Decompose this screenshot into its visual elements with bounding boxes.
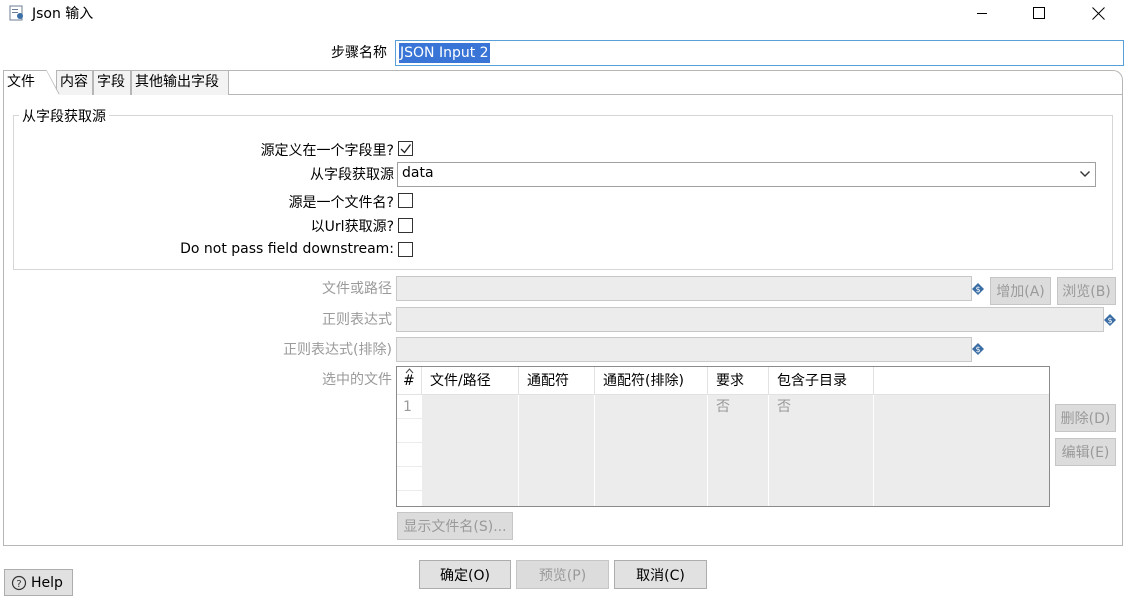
step-name-value: JSON Input 2 [399, 43, 490, 63]
table-cell-include-subfolders[interactable]: 否 [777, 395, 791, 419]
selected-files-table[interactable]: # 文件/路径 通配符 通配符(排除) 要求 包含子目录 1 否 否 [396, 366, 1050, 507]
window-title: Json 输入 [32, 6, 94, 22]
cancel-button[interactable]: 取消(C) [614, 560, 707, 589]
variable-diamond-icon: $ [972, 343, 984, 355]
help-button-label: Help [31, 574, 63, 591]
column-separator [707, 395, 708, 506]
browse-button[interactable]: 浏览(B) [1057, 277, 1116, 305]
tab-strip-border [226, 70, 1123, 96]
column-header-path-label: 文件/路径 [430, 373, 491, 389]
column-separator [594, 395, 595, 506]
read-url-label: 以Url获取源? [310, 219, 394, 235]
step-name-input[interactable]: JSON Input 2 [395, 40, 1124, 66]
chevron-down-icon [1080, 171, 1090, 177]
source-group-box [13, 115, 1113, 270]
close-icon [1091, 6, 1105, 20]
source-in-field-label: 源定义在一个字段里? [260, 143, 394, 159]
column-header-filler [874, 367, 1049, 395]
source-field-value: data [402, 165, 434, 181]
step-name-label: 步骤名称 [331, 45, 387, 61]
variable-diamond-icon: $ [972, 283, 984, 295]
preview-button[interactable]: 预览(P) [516, 560, 609, 589]
edit-button[interactable]: 编辑(E) [1055, 438, 1116, 466]
close-button[interactable] [1075, 0, 1121, 26]
maximize-icon [1033, 7, 1045, 19]
column-separator [873, 395, 874, 506]
source-in-field-checkbox[interactable] [398, 141, 413, 156]
help-icon: ? [11, 575, 27, 590]
table-row-number-empty[interactable] [397, 467, 422, 491]
source-field-combo[interactable]: data [397, 162, 1096, 187]
maximize-button[interactable] [1016, 0, 1062, 26]
minimize-icon [977, 13, 987, 14]
table-row-number-empty[interactable] [397, 419, 422, 443]
svg-text:$: $ [975, 285, 980, 294]
is-filename-checkbox[interactable] [398, 193, 413, 208]
source-group-title: 从字段获取源 [19, 106, 109, 126]
column-header-include-subfolders[interactable]: 包含子目录 [769, 367, 874, 395]
tab-file[interactable]: 文件 [3, 70, 47, 95]
table-body [422, 395, 1049, 506]
regex-exclude-input[interactable] [396, 337, 972, 362]
is-filename-label: 源是一个文件名? [288, 195, 394, 211]
file-or-path-label: 文件或路径 [322, 281, 392, 297]
column-separator [768, 395, 769, 506]
column-header-required-label: 要求 [716, 373, 744, 389]
source-field-label: 从字段获取源 [310, 167, 394, 183]
do-not-pass-checkbox[interactable] [398, 242, 413, 257]
sort-indicator-icon [405, 368, 414, 374]
column-header-wildcard-label: 通配符 [527, 373, 569, 389]
column-header-wildcard-exclude[interactable]: 通配符(排除) [595, 367, 708, 395]
tab-fields[interactable]: 字段 [93, 70, 131, 95]
table-row-number[interactable]: 1 [397, 395, 422, 419]
column-header-number-label: # [403, 373, 415, 389]
table-cell-required[interactable]: 否 [716, 395, 730, 419]
file-or-path-input[interactable] [396, 276, 972, 301]
column-header-required[interactable]: 要求 [708, 367, 769, 395]
column-header-path[interactable]: 文件/路径 [422, 367, 519, 395]
svg-text:$: $ [975, 345, 980, 354]
svg-text:$: $ [1107, 316, 1112, 325]
app-icon [9, 5, 23, 21]
tab-content-label: 内容 [60, 74, 88, 90]
do-not-pass-label: Do not pass field downstream: [180, 241, 394, 257]
check-icon [400, 144, 412, 154]
selected-files-label: 选中的文件 [322, 372, 392, 388]
variable-diamond-icon: $ [1104, 314, 1116, 326]
add-button[interactable]: 增加(A) [990, 277, 1051, 305]
show-filenames-button[interactable]: 显示文件名(S)... [397, 512, 513, 540]
tab-additional-output-fields-label: 其他输出字段 [135, 74, 219, 90]
active-tab-joiner [4, 94, 46, 96]
read-url-checkbox[interactable] [398, 218, 413, 233]
regex-exclude-label: 正则表达式(排除) [283, 342, 392, 358]
regex-input[interactable] [396, 307, 1104, 332]
tab-content[interactable]: 内容 [56, 70, 93, 95]
svg-text:?: ? [16, 579, 21, 590]
table-row-number-empty[interactable] [397, 443, 422, 467]
column-header-wildcard-exclude-label: 通配符(排除) [603, 373, 684, 389]
tab-additional-output-fields[interactable]: 其他输出字段 [131, 70, 229, 95]
tab-fields-label: 字段 [97, 74, 125, 90]
column-separator [518, 395, 519, 506]
help-button[interactable]: ? Help [4, 569, 73, 596]
ok-button[interactable]: 确定(O) [419, 560, 511, 589]
column-header-include-subfolders-label: 包含子目录 [777, 373, 847, 389]
tab-file-label: 文件 [7, 74, 35, 90]
regex-label: 正则表达式 [322, 312, 392, 328]
column-header-wildcard[interactable]: 通配符 [519, 367, 595, 395]
tab-active-slant [46, 70, 60, 95]
delete-button[interactable]: 删除(D) [1055, 404, 1116, 432]
minimize-button[interactable] [959, 0, 1005, 26]
